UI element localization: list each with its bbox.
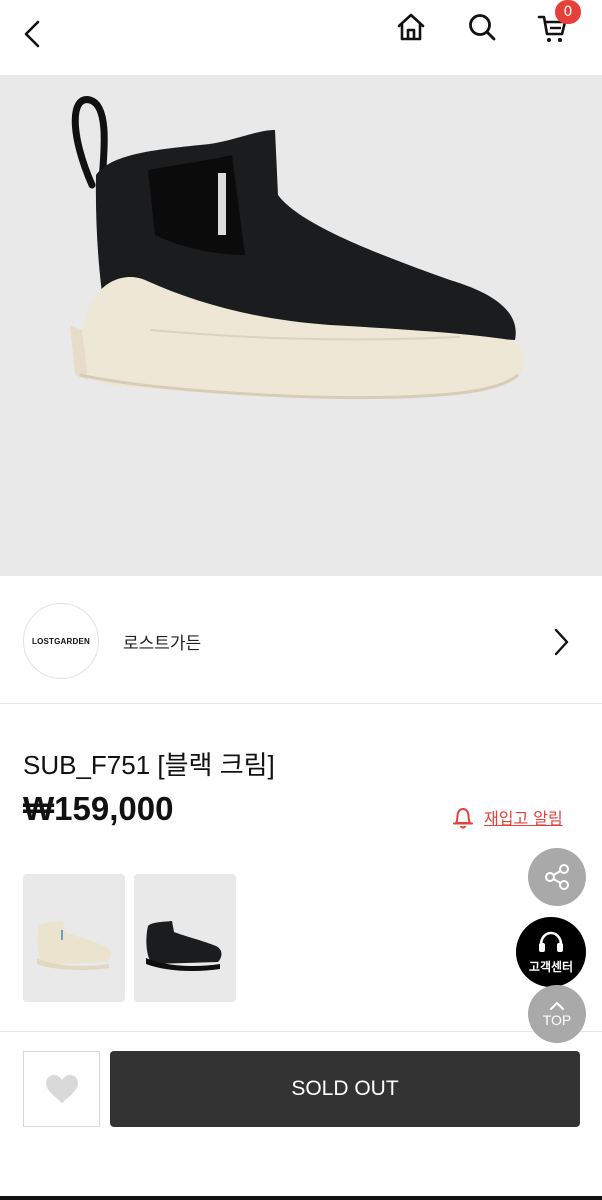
chevron-up-icon: [550, 1001, 564, 1010]
headset-icon: [539, 931, 563, 952]
product-price: ₩159,000: [23, 790, 174, 827]
chevron-right-icon: [554, 628, 569, 656]
product-title: SUB_F751 [블랙 크림]: [23, 750, 275, 780]
boot-cream-thumbnail: [37, 921, 111, 971]
restock-alert-link[interactable]: 재입고 알림: [452, 805, 563, 829]
sold-out-button[interactable]: SOLD OUT: [110, 1051, 580, 1127]
brand-logo: LOSTGARDEN: [23, 603, 99, 679]
share-button[interactable]: [528, 848, 586, 906]
boot-black-thumbnail: [146, 921, 222, 972]
brand-logo-text: LOSTGARDEN: [32, 636, 90, 646]
heart-icon: [45, 1075, 78, 1103]
back-button[interactable]: [14, 16, 50, 52]
wishlist-button[interactable]: [23, 1051, 100, 1127]
search-button[interactable]: [463, 8, 501, 46]
scroll-top-label: TOP: [542, 1011, 572, 1028]
home-icon: [397, 13, 425, 41]
customer-center-label: 고객센터: [528, 959, 574, 974]
brand-name: 로스트가든: [123, 634, 202, 654]
restock-alert-label: 재입고 알림: [484, 809, 563, 828]
section-divider: [0, 1031, 602, 1032]
search-icon: [469, 14, 496, 41]
home-indicator-line: [0, 1196, 602, 1200]
scroll-top-button[interactable]: TOP: [528, 985, 586, 1043]
cart-count-badge: 0: [555, 0, 581, 24]
thumbnail-black[interactable]: [134, 874, 236, 1002]
bell-icon: [453, 808, 473, 829]
share-icon: [545, 864, 569, 890]
boot-black-cream-image: [70, 96, 525, 400]
brand-link-arrow[interactable]: [546, 624, 576, 660]
home-button[interactable]: [392, 8, 430, 46]
customer-center-button[interactable]: 고객센터: [516, 917, 586, 987]
brand-row[interactable]: LOSTGARDEN 로스트가든: [0, 576, 602, 704]
chevron-left-icon: [24, 20, 40, 48]
thumbnail-cream[interactable]: [23, 874, 125, 1002]
product-main-image[interactable]: [0, 75, 602, 576]
top-header: 0: [0, 0, 602, 75]
